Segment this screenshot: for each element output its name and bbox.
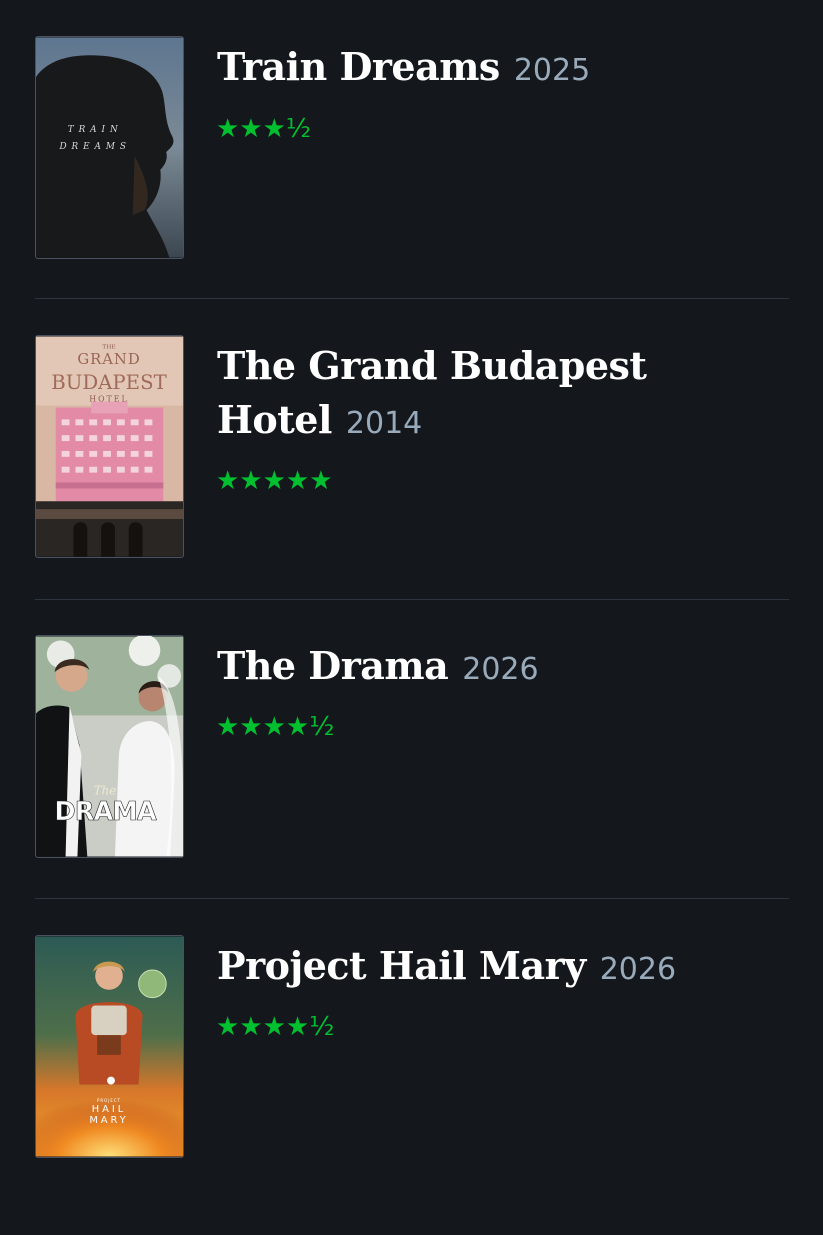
poster-title-line: TRAIN	[68, 125, 123, 135]
film-year[interactable]: 2025	[514, 53, 590, 88]
divider	[35, 599, 789, 600]
train-dreams-poster-art: TRAIN DREAMS	[36, 37, 183, 258]
film-year[interactable]: 2026	[600, 952, 676, 987]
poster-project-hail-mary[interactable]: PROJECT HAIL MARY	[35, 935, 184, 1158]
film-title-line[interactable]: Project Hail Mary 2026	[217, 939, 777, 997]
poster-grand-budapest-hotel[interactable]: THE GRAND BUDAPEST HOTEL	[35, 335, 184, 558]
poster-title-line: DRAMA	[54, 797, 156, 827]
film-title[interactable]: The Grand Budapest Hotel	[217, 343, 647, 442]
star-rating: ★★★★½	[216, 1012, 335, 1042]
poster-train-dreams[interactable]: TRAIN DREAMS	[35, 36, 184, 259]
film-title[interactable]: The Drama	[217, 643, 449, 688]
film-title-line[interactable]: Train Dreams 2025	[217, 40, 777, 98]
film-title[interactable]: Project Hail Mary	[217, 943, 586, 988]
poster-title-line: MARY	[89, 1115, 128, 1126]
poster-title-line: THE	[102, 344, 115, 350]
star-rating: ★★★½	[216, 114, 312, 144]
poster-title-line: The	[94, 783, 117, 797]
divider	[35, 898, 789, 899]
film-year[interactable]: 2026	[462, 652, 538, 687]
film-year[interactable]: 2014	[346, 406, 422, 441]
film-entry[interactable]: TRAIN DREAMS Train Dreams 2025 ★★★½	[0, 36, 823, 336]
film-title-line[interactable]: The Grand Budapest Hotel 2014	[217, 339, 777, 451]
film-list: TRAIN DREAMS Train Dreams 2025 ★★★½ THE G…	[0, 0, 823, 1199]
the-drama-poster-art: The DRAMA	[36, 636, 183, 857]
grand-budapest-poster-art: THE GRAND BUDAPEST HOTEL	[36, 336, 183, 557]
film-title[interactable]: Train Dreams	[217, 44, 500, 89]
poster-title-line: BUDAPEST	[51, 371, 166, 394]
film-entry[interactable]: PROJECT HAIL MARY Project Hail Mary 2026 …	[0, 935, 823, 1235]
project-hail-mary-poster-art: PROJECT HAIL MARY	[36, 936, 183, 1157]
poster-title-line: HAIL	[92, 1104, 126, 1115]
divider	[35, 298, 789, 299]
poster-title-line: GRAND	[77, 351, 140, 368]
poster-title-line: DREAMS	[58, 142, 130, 152]
star-rating: ★★★★★	[216, 466, 333, 496]
film-entry[interactable]: THE GRAND BUDAPEST HOTEL The Grand Budap…	[0, 335, 823, 635]
film-title-line[interactable]: The Drama 2026	[217, 639, 777, 697]
poster-title-line: PROJECT	[97, 1098, 121, 1103]
film-entry[interactable]: The DRAMA The Drama 2026 ★★★★½	[0, 635, 823, 935]
star-rating: ★★★★½	[216, 712, 335, 742]
poster-the-drama[interactable]: The DRAMA	[35, 635, 184, 858]
